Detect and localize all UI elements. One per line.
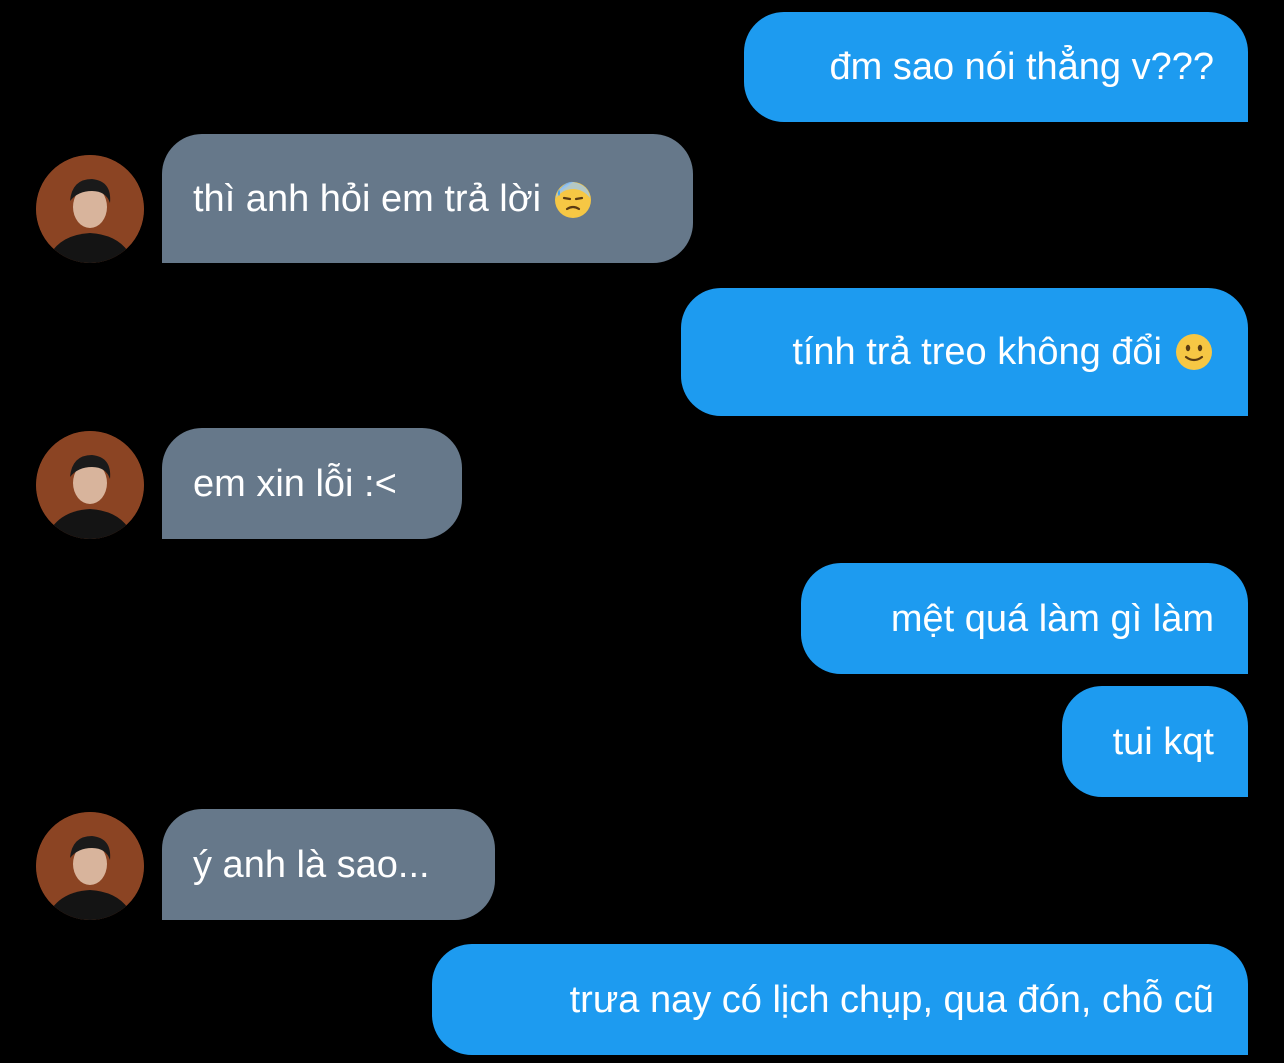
message-bubble-incoming[interactable]: ý anh là sao... xyxy=(162,809,495,920)
contact-avatar[interactable] xyxy=(36,431,144,539)
contact-avatar[interactable] xyxy=(36,155,144,263)
message-bubble-outgoing[interactable]: mệt quá làm gì làm xyxy=(801,563,1248,674)
message-text: tính trả treo không đổi xyxy=(792,331,1162,373)
contact-avatar[interactable] xyxy=(36,812,144,920)
message-text: thì anh hỏi em trả lời xyxy=(193,177,542,220)
message-text: mệt quá làm gì làm xyxy=(890,597,1214,640)
slightly-smiling-face-icon xyxy=(1174,332,1214,372)
message-text: tui kqt xyxy=(1112,720,1214,763)
message-bubble-incoming[interactable]: em xin lỗi :< xyxy=(162,428,462,539)
message-bubble-outgoing[interactable]: tính trả treo không đổi xyxy=(681,288,1248,416)
message-text: trưa nay có lịch chụp, qua đón, chỗ cũ xyxy=(569,978,1214,1021)
message-text: ý anh là sao... xyxy=(193,843,430,886)
downcast-sweat-face-icon xyxy=(553,179,593,219)
message-bubble-outgoing[interactable]: tui kqt xyxy=(1062,686,1248,797)
message-text: em xin lỗi :< xyxy=(193,462,397,505)
message-bubble-outgoing[interactable]: trưa nay có lịch chụp, qua đón, chỗ cũ xyxy=(432,944,1248,1055)
message-bubble-outgoing[interactable]: đm sao nói thẳng v??? xyxy=(744,12,1248,122)
message-text: đm sao nói thẳng v??? xyxy=(829,46,1215,88)
message-bubble-incoming[interactable]: thì anh hỏi em trả lời xyxy=(162,134,693,263)
